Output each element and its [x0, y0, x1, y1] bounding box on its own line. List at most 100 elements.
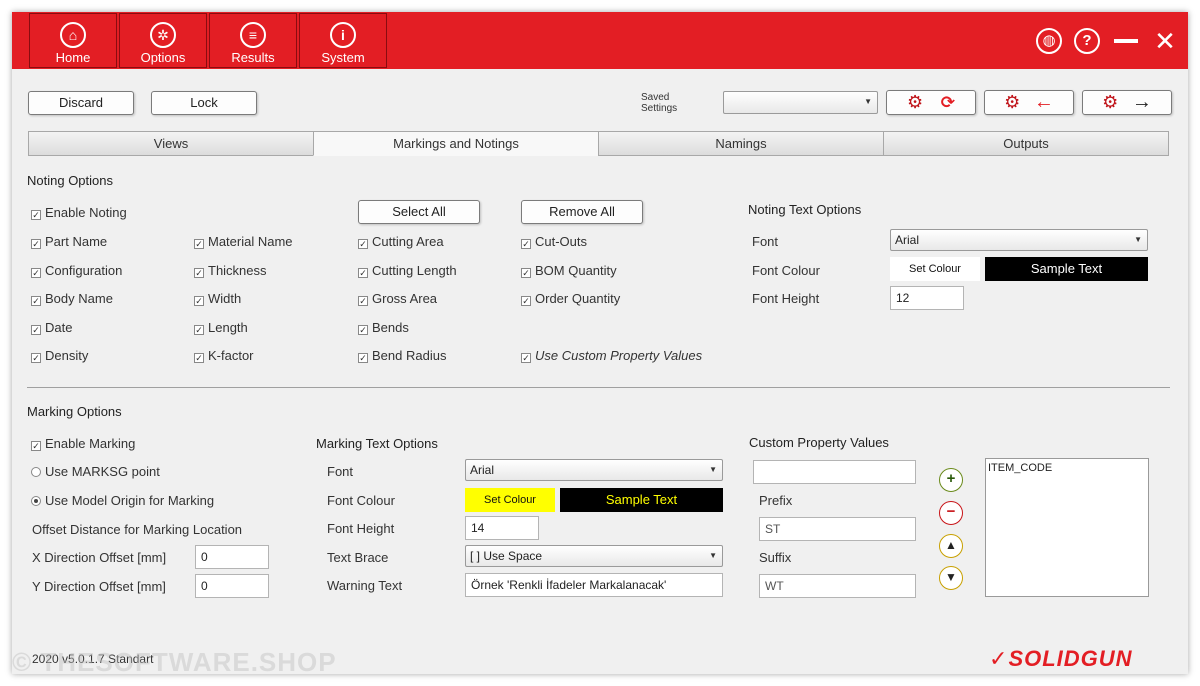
check-icon: ✓ [358, 325, 368, 335]
y-offset-label: Y Direction Offset [mm] [32, 579, 166, 594]
move-down-button[interactable]: ▼ [939, 566, 963, 590]
suffix-input[interactable]: WT [759, 574, 916, 598]
configuration-checkbox[interactable]: ✓ Configuration [31, 263, 122, 278]
saved-settings-line2: Settings [641, 103, 678, 114]
tab-outputs[interactable]: Outputs [883, 131, 1169, 156]
part-name-checkbox[interactable]: ✓ Part Name [31, 234, 107, 249]
check-icon: ✓ [194, 325, 204, 335]
enable-noting-checkbox[interactable]: ✓ Enable Noting [31, 205, 127, 220]
checkbox-label: Configuration [45, 263, 123, 278]
saved-settings-label: Saved Settings [641, 92, 677, 114]
tab-namings[interactable]: Namings [598, 131, 884, 156]
order-quantity-checkbox[interactable]: ✓ Order Quantity [521, 291, 620, 306]
arrow-up-icon: ▲ [945, 538, 957, 552]
remove-all-button[interactable]: Remove All [521, 200, 643, 224]
help-icon[interactable]: ? [1074, 28, 1100, 54]
prefix-input[interactable]: ST [759, 517, 916, 541]
enable-marking-checkbox[interactable]: ✓ Enable Marking [31, 436, 135, 451]
prefix-label: Prefix [759, 493, 793, 508]
discard-button[interactable]: Discard [28, 91, 134, 115]
check-icon: ✓ [31, 296, 41, 306]
y-offset-input[interactable]: 0 [195, 574, 269, 598]
check-icon: ✓ [31, 210, 41, 220]
use-marksg-point-radio[interactable]: Use MARKSG point [31, 464, 160, 479]
gear-icon: ⚙ [1004, 92, 1021, 112]
nav-home-button[interactable]: ⌂ Home [29, 13, 117, 68]
thickness-checkbox[interactable]: ✓ Thickness [194, 263, 267, 278]
remove-property-button[interactable]: − [939, 501, 963, 525]
minimize-icon[interactable] [1114, 28, 1140, 54]
nav-results-label: Results [231, 50, 275, 65]
bend-radius-checkbox[interactable]: ✓ Bend Radius [358, 348, 446, 363]
settings-reload-button[interactable]: ⚙ ⟳ [886, 90, 976, 115]
noting-font-height-input[interactable]: 12 [890, 286, 964, 310]
material-name-checkbox[interactable]: ✓ Material Name [194, 234, 293, 249]
density-checkbox[interactable]: ✓ Density [31, 348, 88, 363]
select-all-button[interactable]: Select All [358, 200, 480, 224]
settings-export-button[interactable]: ⚙ → [1082, 90, 1172, 115]
custom-property-list[interactable]: ITEM_CODE [985, 458, 1149, 597]
check-icon: ✓ [358, 353, 368, 363]
arrow-right-icon: → [1131, 91, 1152, 113]
add-property-button[interactable]: + [939, 468, 963, 492]
tab-markings-and-notings[interactable]: Markings and Notings [313, 131, 599, 156]
list-item[interactable]: ITEM_CODE [988, 462, 1146, 474]
settings-import-button[interactable]: ⚙ ← [984, 90, 1074, 115]
date-checkbox[interactable]: ✓ Date [31, 320, 72, 335]
check-icon: ✓ [521, 296, 531, 306]
solidgun-logo: ✓SOLIDGUN [989, 646, 1133, 672]
k-factor-checkbox[interactable]: ✓ K-factor [194, 348, 254, 363]
nav-options-button[interactable]: ✲ Options [119, 13, 207, 68]
gear-icon: ✲ [150, 22, 176, 48]
gross-area-checkbox[interactable]: ✓ Gross Area [358, 291, 437, 306]
warning-text-label: Warning Text [327, 578, 403, 593]
marking-options-title: Marking Options [27, 404, 122, 419]
noting-font-dropdown[interactable]: Arial ▼ [890, 229, 1148, 251]
bom-quantity-checkbox[interactable]: ✓ BOM Quantity [521, 263, 617, 278]
radio-label: Use MARKSG point [45, 464, 160, 479]
checkbox-label: Part Name [45, 234, 108, 249]
noting-set-colour-button[interactable]: Set Colour [890, 257, 980, 281]
check-icon: ✓ [194, 239, 204, 249]
marking-set-colour-button[interactable]: Set Colour [465, 488, 555, 512]
x-offset-label: X Direction Offset [mm] [32, 550, 167, 565]
nav-home-label: Home [55, 50, 91, 65]
marking-font-label: Font [327, 464, 354, 479]
checkbox-label: Thickness [208, 263, 267, 278]
width-checkbox[interactable]: ✓ Width [194, 291, 241, 306]
noting-font-label: Font [752, 234, 779, 249]
check-icon: ✓ [521, 353, 531, 363]
bends-checkbox[interactable]: ✓ Bends [358, 320, 409, 335]
lock-button[interactable]: Lock [151, 91, 257, 115]
saved-settings-dropdown[interactable]: ▼ [723, 91, 878, 114]
close-icon[interactable]: ✕ [1152, 28, 1178, 54]
length-checkbox[interactable]: ✓ Length [194, 320, 248, 335]
enable-marking-label: Enable Marking [45, 436, 136, 451]
text-brace-dropdown[interactable]: [ ] Use Space ▼ [465, 545, 723, 567]
tab-views[interactable]: Views [28, 131, 314, 156]
nav-results-button[interactable]: ≡ Results [209, 13, 297, 68]
use-custom-property-checkbox[interactable]: ✓ Use Custom Property Values [521, 348, 702, 363]
check-icon: ✓ [194, 268, 204, 278]
nav-system-button[interactable]: i System [299, 13, 387, 68]
custom-property-input[interactable] [753, 460, 916, 484]
checkbox-label: Use Custom Property Values [535, 348, 703, 363]
watermark: © THESOFTWARE.SHOP [12, 647, 337, 674]
cut-outs-checkbox[interactable]: ✓ Cut-Outs [521, 234, 587, 249]
list-icon: ≡ [240, 22, 266, 48]
x-offset-input[interactable]: 0 [195, 545, 269, 569]
move-up-button[interactable]: ▲ [939, 534, 963, 558]
nav-system-label: System [321, 50, 365, 65]
use-model-origin-radio[interactable]: Use Model Origin for Marking [31, 493, 214, 508]
body-name-checkbox[interactable]: ✓ Body Name [31, 291, 113, 306]
marking-font-dropdown[interactable]: Arial ▼ [465, 459, 723, 481]
enable-noting-label: Enable Noting [45, 205, 127, 220]
marking-font-height-input[interactable]: 14 [465, 516, 539, 540]
radio-selected-icon [31, 496, 41, 506]
globe-icon[interactable]: ◍ [1036, 28, 1062, 54]
marking-text-options-title: Marking Text Options [316, 436, 438, 451]
check-icon: ✓ [358, 268, 368, 278]
cutting-length-checkbox[interactable]: ✓ Cutting Length [358, 263, 457, 278]
warning-text-input[interactable]: Örnek 'Renkli İfadeler Markalanacak' [465, 573, 723, 597]
cutting-area-checkbox[interactable]: ✓ Cutting Area [358, 234, 444, 249]
